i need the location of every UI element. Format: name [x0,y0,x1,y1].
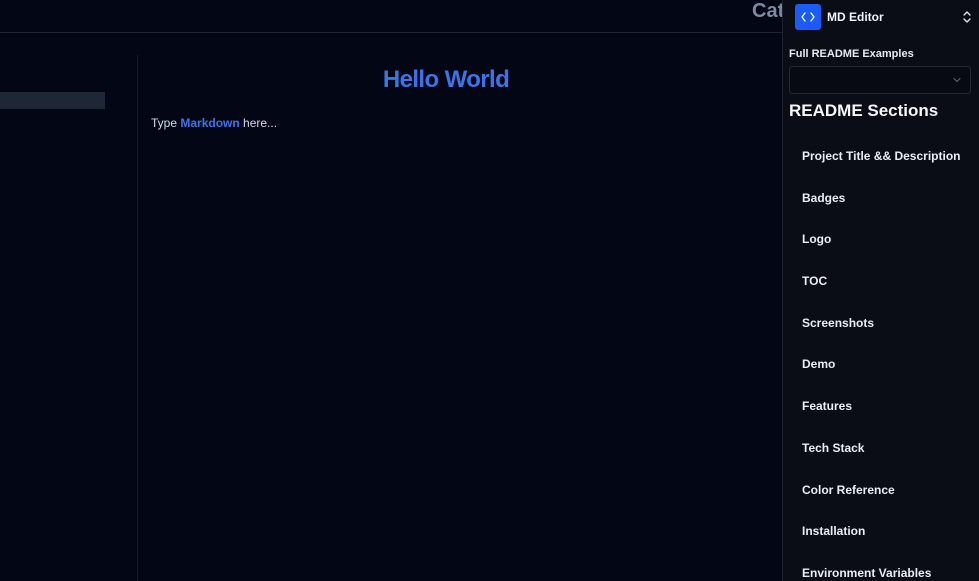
header-title: Cat [752,0,785,22]
markdown-editor-pane[interactable] [0,55,138,581]
section-item-tech-stack[interactable]: Tech Stack [783,427,979,469]
preview-text-before: Type [151,116,181,130]
section-label: TOC [802,274,828,289]
section-item-features[interactable]: Features [783,385,979,427]
section-item-badges[interactable]: Badges [783,177,979,219]
section-item-demo[interactable]: Demo [783,343,979,385]
app-switcher[interactable]: MD Editor [783,0,979,34]
chevron-up-down-icon[interactable] [961,10,973,24]
examples-select[interactable] [789,66,971,94]
examples-label: Full README Examples [789,48,914,60]
section-label: Installation [802,524,866,539]
section-item-logo[interactable]: Logo [783,218,979,260]
section-label: Environment Variables [802,565,932,580]
sections-list: Project Title && Description Badges Logo… [783,135,979,581]
markdown-preview: Hello World Type Markdown here... [138,55,782,581]
section-item-toc[interactable]: TOC [783,260,979,302]
section-item-environment-variables[interactable]: Environment Variables [783,552,979,581]
section-item-installation[interactable]: Installation [783,510,979,552]
readme-sidebar: MD Editor Full README Examples README Se… [782,0,979,581]
top-header: Cat [0,0,785,33]
sections-title: README Sections [789,101,939,120]
preview-paragraph: Type Markdown here... [151,116,277,130]
section-item-color-reference[interactable]: Color Reference [783,469,979,511]
section-item-project-title[interactable]: Project Title && Description [783,135,979,177]
preview-heading: Hello World [382,66,510,93]
editor-active-line [0,92,105,109]
app-name: MD Editor [827,10,884,24]
chevron-down-icon [953,77,961,83]
app-root: Cat Hello World Type Markdown here... MD… [0,0,979,581]
section-label: Tech Stack [802,440,865,455]
section-label: Project Title && Description [802,149,961,163]
section-label: Badges [802,190,846,205]
section-label: Color Reference [802,482,895,497]
section-label: Demo [802,357,836,372]
section-item-screenshots[interactable]: Screenshots [783,302,979,344]
section-label: Features [802,399,853,414]
section-label: Logo [802,232,832,247]
code-brackets-icon [795,4,821,30]
preview-text-after: here... [239,116,278,130]
section-label: Screenshots [802,315,875,330]
preview-bold-markdown: Markdown [180,116,240,130]
